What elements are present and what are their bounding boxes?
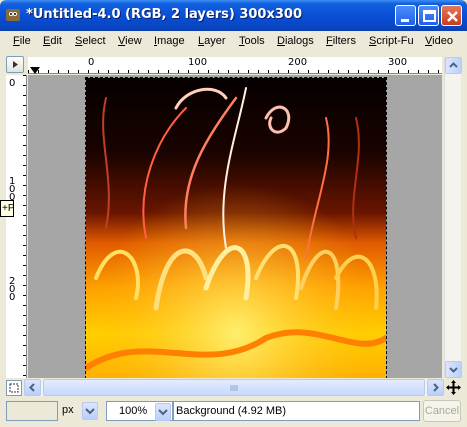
scroll-right-button[interactable] (427, 379, 444, 396)
image-menu-button[interactable] (6, 56, 24, 73)
zoom-to-fit-button[interactable] (6, 380, 22, 396)
ruler-label: 0 (9, 78, 16, 89)
menu-filters[interactable]: Filters (326, 35, 356, 47)
menu-select[interactable]: Select (75, 35, 106, 47)
pointer-coordinates (6, 401, 58, 421)
zoom-icon (9, 383, 19, 393)
menu-video[interactable]: Video (425, 35, 453, 47)
unit-select[interactable]: px (58, 401, 100, 421)
canvas-area[interactable] (28, 75, 442, 378)
ruler-ticks (23, 75, 26, 376)
horizontal-ruler[interactable]: 0 100 200 300 (28, 57, 442, 74)
maximize-button[interactable] (418, 5, 439, 26)
scroll-thumb[interactable] (43, 379, 425, 396)
ruler-label: 200 (9, 276, 16, 303)
maximize-icon (423, 10, 436, 22)
vertical-ruler[interactable]: 0 100 200 (6, 75, 27, 378)
ruler-label: 200 (288, 57, 308, 68)
scroll-up-button[interactable] (445, 57, 462, 74)
ruler-label: 300 (388, 57, 408, 68)
title-bar[interactable]: *Untitled-4.0 (RGB, 2 layers) 300x300 (0, 0, 467, 31)
chevron-down-icon (85, 408, 95, 415)
chevron-down-icon (449, 367, 458, 373)
flame-image[interactable] (85, 77, 387, 378)
gimp-icon (6, 9, 20, 21)
minimize-button[interactable] (395, 5, 416, 26)
grip-icon (230, 385, 238, 391)
scroll-left-button[interactable] (24, 379, 41, 396)
zoom-value: 100% (119, 405, 148, 417)
ruler-label: 100 (188, 57, 208, 68)
chevron-up-icon (449, 62, 458, 68)
minimize-icon (401, 19, 409, 22)
unit-dropdown-button[interactable] (82, 402, 98, 420)
chevron-right-icon (433, 383, 439, 392)
unit-value: px (62, 404, 74, 416)
arrow-right-icon (13, 61, 18, 68)
menu-bar: File Edit Select View Image Layer Tools … (3, 31, 464, 52)
ruler-label: 0 (88, 57, 95, 68)
layer-info-text: Background (4.92 MB) (176, 405, 287, 417)
close-icon (447, 11, 458, 22)
close-button[interactable] (441, 5, 462, 26)
scroll-down-button[interactable] (445, 361, 462, 378)
layer-info: Background (4.92 MB) (173, 401, 420, 421)
menu-edit[interactable]: Edit (43, 35, 62, 47)
navigate-icon[interactable] (446, 380, 461, 395)
ruler-label: 100 (9, 176, 16, 203)
menu-script-fu[interactable]: Script-Fu (369, 35, 414, 47)
chevron-left-icon (29, 383, 35, 392)
menu-layer[interactable]: Layer (198, 35, 226, 47)
status-bar: px 100% Background (4.92 MB) Cancel (3, 399, 464, 424)
chevron-down-icon (158, 409, 168, 416)
menu-dialogs[interactable]: Dialogs (277, 35, 314, 47)
window-title: *Untitled-4.0 (RGB, 2 layers) 300x300 (26, 7, 302, 22)
ruler-position-marker (30, 67, 40, 74)
menu-tools[interactable]: Tools (239, 35, 265, 47)
zoom-select[interactable]: 100% (106, 401, 173, 421)
cancel-button[interactable]: Cancel (423, 400, 461, 422)
menu-view[interactable]: View (118, 35, 142, 47)
zoom-dropdown-button[interactable] (155, 403, 171, 421)
vertical-scrollbar[interactable] (444, 57, 462, 378)
menu-image[interactable]: Image (154, 35, 185, 47)
tooltip: +P (0, 200, 14, 217)
menu-file[interactable]: File (13, 35, 31, 47)
horizontal-scrollbar[interactable] (24, 379, 444, 396)
